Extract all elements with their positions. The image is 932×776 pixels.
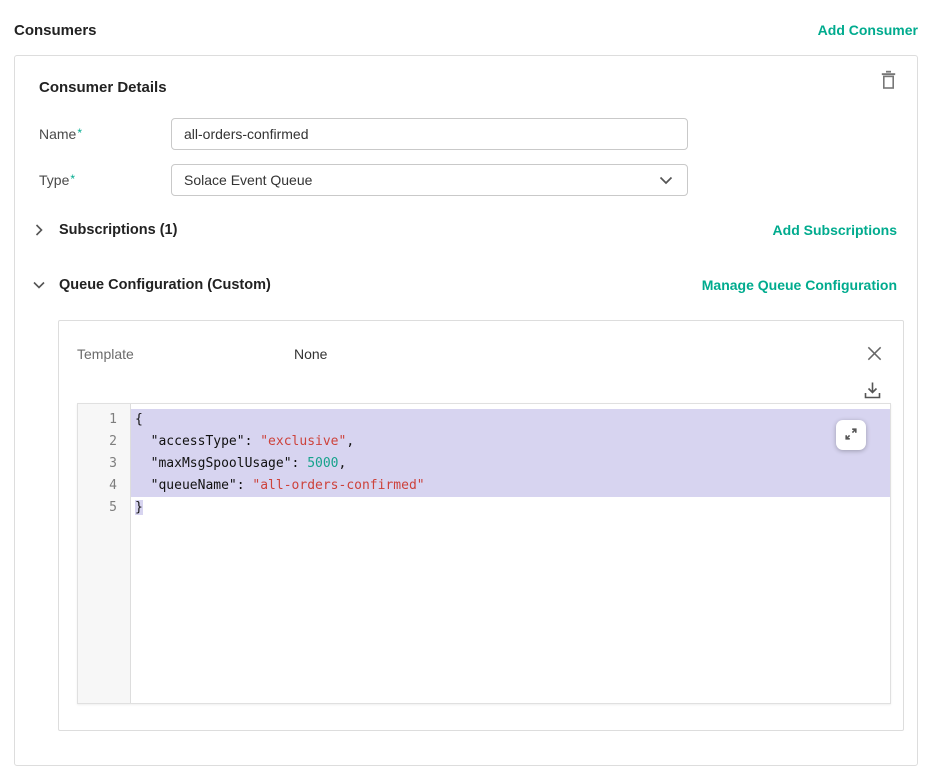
- line-number: 1: [78, 409, 130, 431]
- name-field-row: Name*: [39, 118, 893, 150]
- close-panel-button[interactable]: [864, 343, 885, 364]
- trash-icon: [880, 78, 897, 93]
- card-header: Consumer Details: [15, 56, 917, 96]
- expand-icon: [844, 427, 858, 444]
- line-number: 4: [78, 475, 130, 497]
- line-number: 5: [78, 497, 130, 519]
- code-line: "queueName": "all-orders-confirmed": [131, 475, 890, 497]
- required-marker: *: [77, 126, 82, 140]
- line-number-gutter: 1 2 3 4 5: [78, 404, 131, 703]
- subscriptions-section-row: Subscriptions (1) Add Subscriptions: [32, 219, 897, 241]
- code-line: }: [131, 497, 890, 519]
- queue-config-panel: Template None: [58, 320, 904, 731]
- subscriptions-title: Subscriptions (1): [59, 222, 177, 238]
- json-code-editor[interactable]: 1 2 3 4 5 { "accessType": "exclusive", "…: [77, 403, 891, 704]
- queue-config-title: Queue Configuration (Custom): [59, 277, 271, 293]
- type-select-value: Solace Event Queue: [184, 172, 312, 188]
- code-line: {: [131, 409, 890, 431]
- chevron-down-icon: [659, 176, 673, 185]
- name-input[interactable]: [171, 118, 688, 150]
- type-label: Type*: [39, 172, 171, 188]
- template-value: None: [294, 346, 864, 362]
- chevron-right-icon: [32, 223, 46, 237]
- chevron-down-icon: [32, 278, 46, 292]
- line-number: 2: [78, 431, 130, 453]
- type-select[interactable]: Solace Event Queue: [171, 164, 688, 196]
- download-icon: [862, 389, 883, 404]
- close-icon: [866, 350, 883, 365]
- consumer-details-card: Consumer Details Name* Type*: [14, 55, 918, 766]
- card-title: Consumer Details: [39, 79, 167, 96]
- page-title: Consumers: [14, 22, 97, 39]
- name-label: Name*: [39, 126, 171, 142]
- code-area[interactable]: { "accessType": "exclusive", "maxMsgSpoo…: [131, 404, 890, 703]
- required-marker: *: [70, 172, 75, 186]
- add-consumer-button[interactable]: Add Consumer: [818, 22, 918, 38]
- manage-queue-configuration-button[interactable]: Manage Queue Configuration: [702, 277, 897, 293]
- page: Consumers Add Consumer Consumer Details …: [0, 0, 932, 766]
- expand-editor-button[interactable]: [836, 420, 866, 450]
- queue-config-section-row: Queue Configuration (Custom) Manage Queu…: [32, 274, 897, 296]
- download-config-button[interactable]: [860, 378, 885, 398]
- page-header: Consumers Add Consumer: [14, 21, 918, 39]
- subscriptions-toggle[interactable]: Subscriptions (1): [32, 222, 773, 238]
- template-label: Template: [77, 346, 294, 362]
- template-row: Template None: [59, 321, 903, 364]
- download-row: [59, 364, 903, 398]
- code-line: "maxMsgSpoolUsage": 5000,: [131, 453, 890, 475]
- queue-config-toggle[interactable]: Queue Configuration (Custom): [32, 277, 702, 293]
- code-line: "accessType": "exclusive",: [131, 431, 890, 453]
- add-subscriptions-button[interactable]: Add Subscriptions: [773, 222, 897, 238]
- line-number: 3: [78, 453, 130, 475]
- delete-consumer-button[interactable]: [878, 68, 899, 92]
- type-field-row: Type* Solace Event Queue: [39, 164, 893, 196]
